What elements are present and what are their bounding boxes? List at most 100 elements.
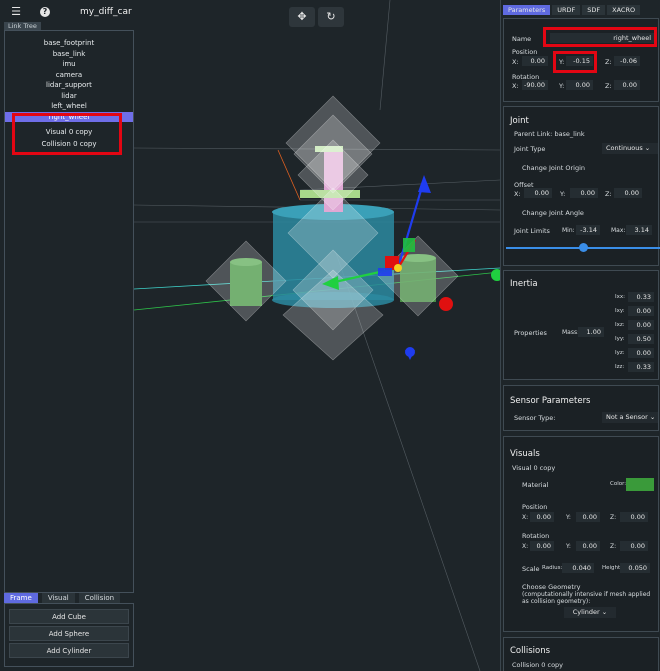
- visual-rotation-label: Rotation: [522, 532, 550, 540]
- ixx-label: Ixx:: [615, 294, 625, 300]
- rot-x-label: X:: [512, 82, 519, 90]
- tab-sdf[interactable]: SDF: [582, 5, 606, 15]
- sensor-card: Sensor Parameters Sensor Type: Not a Sen…: [503, 385, 659, 431]
- highlight-box-tree: [12, 113, 122, 155]
- izz-input[interactable]: 0.33: [628, 362, 654, 372]
- visual-position-y[interactable]: 0.00: [576, 512, 600, 522]
- joint-type-select[interactable]: Continuous ⌄: [602, 143, 658, 154]
- highlight-box-position-y: [553, 51, 597, 73]
- visual-rotation-z[interactable]: 0.00: [620, 541, 648, 551]
- geometry-note: (computationally intensive if mesh appli…: [522, 591, 651, 605]
- vrot-y-label: Y:: [566, 543, 571, 550]
- rotation-y-input[interactable]: 0.00: [566, 80, 593, 90]
- properties-label: Properties: [514, 329, 547, 337]
- rotate-icon: ↻: [326, 10, 336, 23]
- vrot-z-label: Z:: [610, 543, 617, 550]
- tab-frame[interactable]: Frame: [4, 593, 38, 603]
- tab-xacro[interactable]: XACRO: [607, 5, 641, 15]
- visuals-title: Visuals: [510, 449, 540, 459]
- rotate-tool-button[interactable]: ↻: [318, 7, 344, 27]
- vrot-x-label: X:: [522, 543, 529, 550]
- vpos-z-label: Z:: [610, 514, 617, 521]
- geometry-value: Cylinder: [572, 608, 600, 616]
- visual-position-z[interactable]: 0.00: [620, 512, 648, 522]
- joint-slider-knob[interactable]: [578, 243, 588, 252]
- max-limit-input[interactable]: 3.14: [626, 225, 652, 235]
- highlight-box-name: [543, 27, 657, 47]
- radius-input[interactable]: 0.040: [562, 563, 594, 573]
- position-z-input[interactable]: -0.06: [614, 56, 640, 66]
- app-title: my_diff_car: [80, 7, 132, 17]
- offset-x-label: X:: [514, 190, 521, 198]
- ixx-input[interactable]: 0.33: [628, 292, 654, 302]
- visual-rotation-y[interactable]: 0.00: [576, 541, 600, 551]
- parameters-panel: Parameters URDF SDF XACRO Name right_whe…: [500, 0, 660, 671]
- offset-x-input[interactable]: 0.00: [524, 188, 552, 198]
- tree-item-left-wheel[interactable]: left_wheel: [5, 101, 133, 112]
- tab-visual[interactable]: Visual: [41, 593, 75, 603]
- tab-parameters[interactable]: Parameters: [503, 5, 551, 15]
- add-sphere-button[interactable]: Add Sphere: [9, 626, 129, 641]
- name-label: Name: [512, 35, 532, 43]
- offset-y-input[interactable]: 0.00: [570, 188, 598, 198]
- color-swatch[interactable]: [626, 478, 654, 491]
- tree-item-camera[interactable]: camera: [5, 70, 133, 81]
- move-tool-button[interactable]: ✥: [289, 7, 315, 27]
- visual-rotation-x[interactable]: 0.00: [530, 541, 554, 551]
- collisions-card: Collisions Collision 0 copy: [503, 637, 659, 671]
- hamburger-icon[interactable]: ☰: [9, 5, 23, 19]
- visual-position-x[interactable]: 0.00: [530, 512, 554, 522]
- position-label: Position: [512, 48, 538, 56]
- height-input[interactable]: 0.050: [620, 563, 650, 573]
- geometry-select[interactable]: Cylinder ⌄: [564, 607, 616, 618]
- inertia-title: Inertia: [510, 279, 538, 289]
- pos-x-label: X:: [512, 58, 519, 66]
- sensor-type-value: Not a Sensor: [606, 413, 648, 421]
- visual-item-name: Visual 0 copy: [512, 464, 556, 472]
- radius-label: Radius:: [542, 565, 563, 571]
- visual-position-label: Position: [522, 503, 548, 511]
- min-limit-input[interactable]: -3.14: [576, 225, 600, 235]
- top-bar: ☰ ? my_diff_car ✥ ↻: [0, 0, 500, 27]
- sensor-type-select[interactable]: Not a Sensor ⌄: [602, 412, 658, 423]
- min-label: Min:: [562, 227, 575, 234]
- ixy-input[interactable]: 0.00: [628, 306, 654, 316]
- joint-type-label: Joint Type: [514, 145, 546, 153]
- vpos-y-label: Y:: [566, 514, 571, 521]
- iyy-input[interactable]: 0.50: [628, 334, 654, 344]
- help-icon[interactable]: ?: [40, 7, 50, 17]
- scale-label: Scale: [522, 565, 540, 573]
- color-label: Color:: [610, 481, 627, 487]
- move-icon: ✥: [297, 10, 307, 23]
- ixz-input[interactable]: 0.00: [628, 320, 654, 330]
- pos-z-label: Z:: [605, 58, 612, 66]
- tree-item-imu[interactable]: imu: [5, 59, 133, 70]
- tree-item-lidar-support[interactable]: lidar_support: [5, 80, 133, 91]
- add-cylinder-button[interactable]: Add Cylinder: [9, 643, 129, 658]
- tab-collision[interactable]: Collision: [78, 593, 121, 603]
- tree-item-lidar[interactable]: lidar: [5, 91, 133, 102]
- position-x-input[interactable]: 0.00: [522, 56, 548, 66]
- offset-z-label: Z:: [605, 190, 612, 198]
- add-cube-button[interactable]: Add Cube: [9, 609, 129, 624]
- inertia-card: Inertia Properties Mass: 1.00 Ixx: 0.33 …: [503, 270, 659, 380]
- tree-item-base-link[interactable]: base_link: [5, 49, 133, 60]
- change-joint-angle[interactable]: Change Joint Angle: [522, 209, 584, 217]
- joint-type-value: Continuous: [606, 144, 643, 152]
- mass-input[interactable]: 1.00: [578, 327, 604, 337]
- rot-z-label: Z:: [605, 82, 612, 90]
- parent-link-label: Parent Link: base_link: [514, 130, 585, 138]
- vpos-x-label: X:: [522, 514, 529, 521]
- rotation-x-input[interactable]: -90.00: [522, 80, 548, 90]
- iyz-input[interactable]: 0.00: [628, 348, 654, 358]
- frame-markers: [205, 95, 459, 361]
- change-joint-origin[interactable]: Change Joint Origin: [522, 164, 585, 172]
- tab-urdf[interactable]: URDF: [552, 5, 581, 15]
- rotation-z-input[interactable]: 0.00: [614, 80, 640, 90]
- tree-item-base-footprint[interactable]: base_footprint: [5, 38, 133, 49]
- max-label: Max:: [611, 227, 626, 234]
- sensor-type-label: Sensor Type:: [514, 414, 556, 422]
- geometry-label: Choose Geometry: [522, 583, 581, 591]
- offset-z-input[interactable]: 0.00: [614, 188, 642, 198]
- chevron-down-icon: ⌄: [601, 608, 608, 616]
